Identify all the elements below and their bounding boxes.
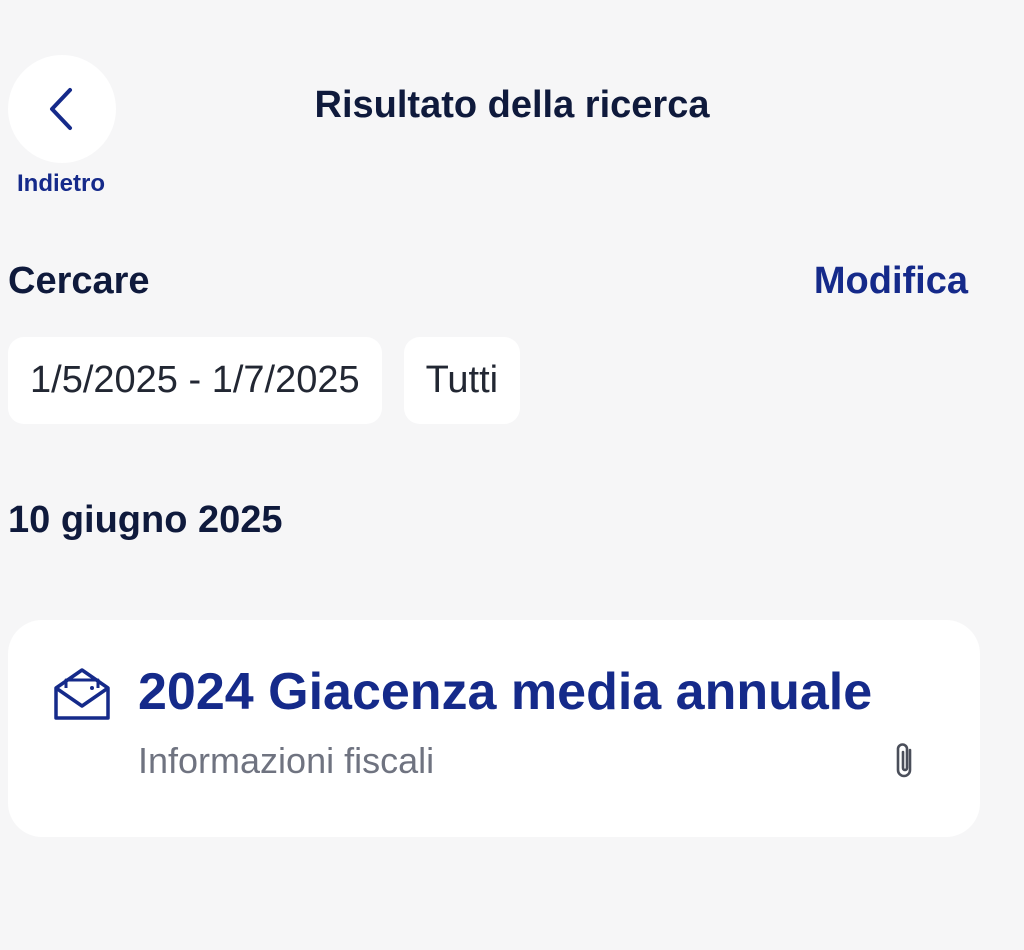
- back-label[interactable]: Indietro: [0, 170, 122, 198]
- date-range-chip[interactable]: 1/5/2025 - 1/7/2025: [8, 337, 382, 424]
- envelope-open-icon: [54, 668, 110, 720]
- result-subtitle: Informazioni fiscali: [138, 740, 435, 781]
- result-title: 2024 Giacenza media annuale: [138, 663, 873, 721]
- date-heading: 10 giugno 2025: [8, 499, 283, 541]
- search-results-screen: Indietro Risultato della ricerca Cercare…: [0, 0, 1024, 950]
- category-chip[interactable]: Tutti: [403, 337, 521, 424]
- edit-search-link[interactable]: Modifica: [814, 260, 968, 303]
- result-card[interactable]: 2024 Giacenza media annuale Informazioni…: [8, 620, 980, 837]
- page-title: Risultato della ricerca: [314, 84, 710, 126]
- paperclip-icon: [896, 743, 912, 778]
- search-label: Cercare: [8, 260, 150, 302]
- filter-chips: 1/5/2025 - 1/7/2025 Tutti: [8, 337, 521, 424]
